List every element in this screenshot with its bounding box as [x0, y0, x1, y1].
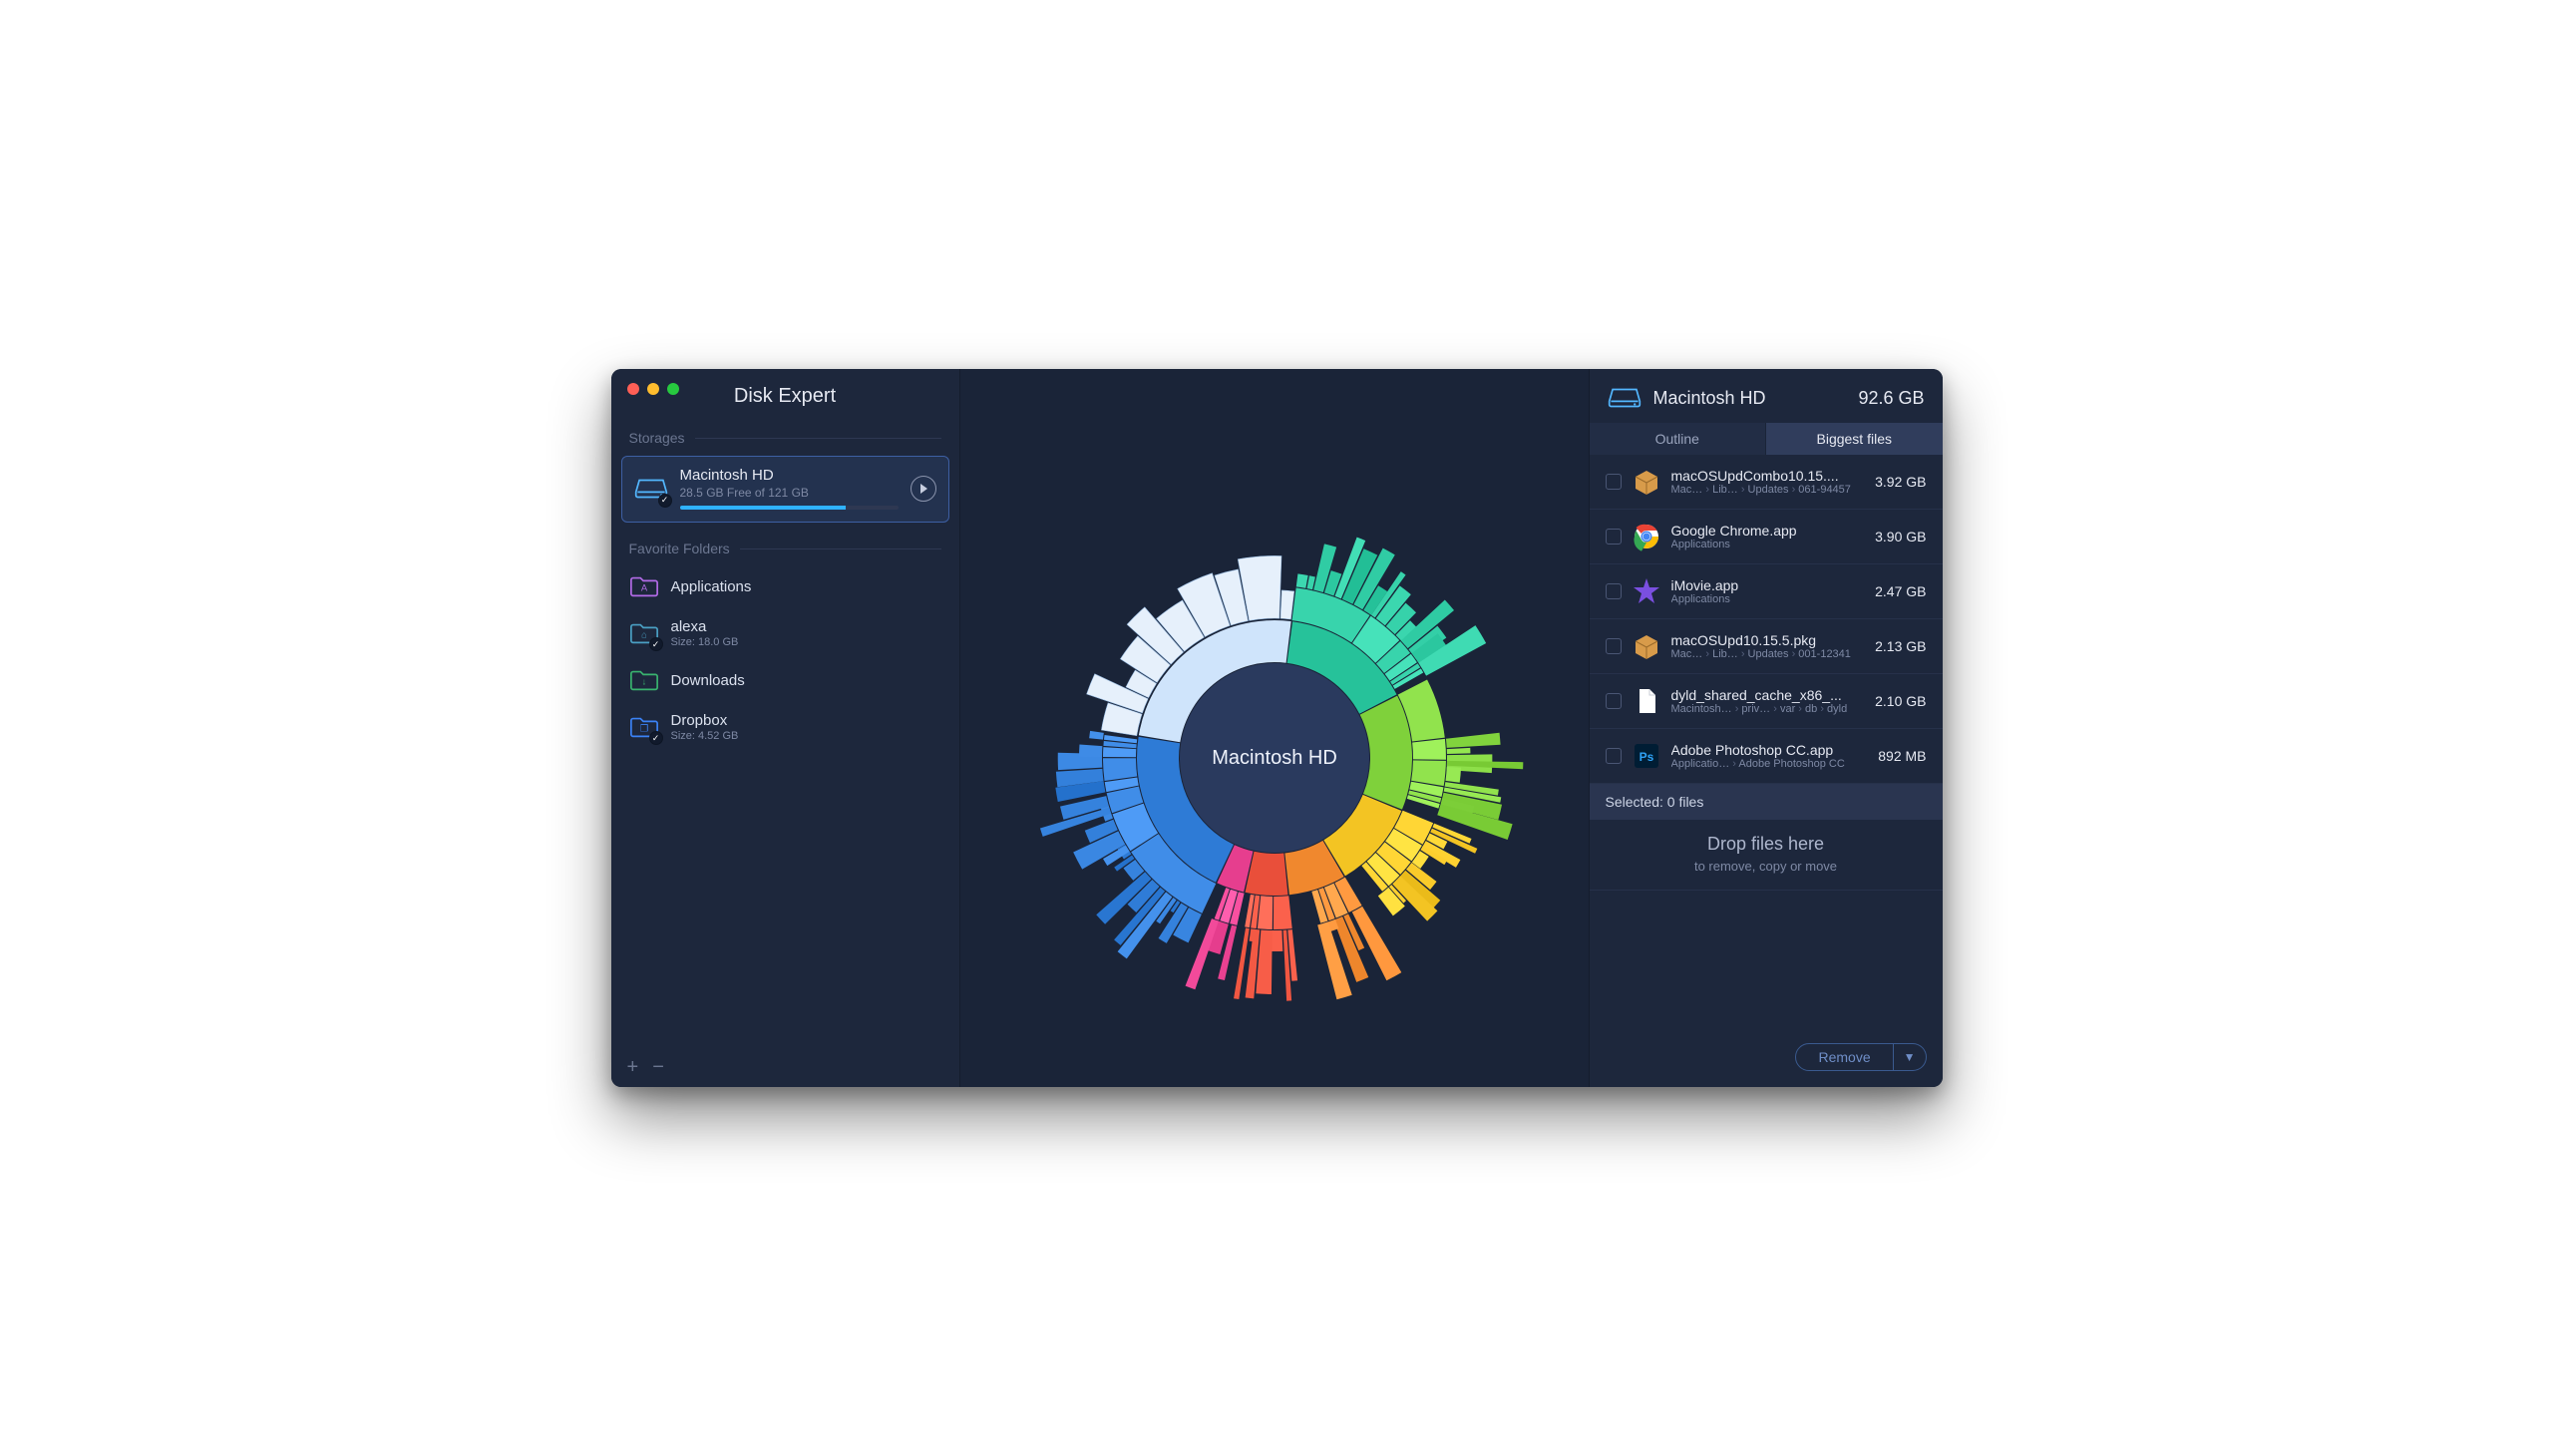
drop-area[interactable]: Drop files here to remove, copy or move — [1590, 820, 1943, 891]
file-size: 3.92 GB — [1863, 474, 1927, 490]
folder-icon: A — [629, 574, 659, 598]
section-storages: Storages — [611, 426, 959, 452]
tab-outline[interactable]: Outline — [1590, 423, 1766, 455]
file-icon — [1632, 467, 1661, 497]
file-size: 2.10 GB — [1863, 693, 1927, 709]
check-badge-icon — [649, 731, 663, 745]
favorite-name: Downloads — [671, 672, 745, 689]
file-checkbox[interactable] — [1606, 529, 1622, 545]
file-size: 3.90 GB — [1863, 529, 1927, 545]
file-path: Applicatio… › Adobe Photoshop CC — [1671, 758, 1853, 770]
file-path: Applications — [1671, 593, 1853, 605]
favorites-list: A Applications ⌂ alexa Size: 18.0 GB ↓ D… — [611, 562, 959, 754]
favorite-size: Size: 4.52 GB — [671, 730, 739, 742]
file-name: Google Chrome.app — [1671, 523, 1853, 539]
chart-area: Macintosh HD — [960, 369, 1589, 1087]
remove-row: Remove ▼ — [1590, 1027, 1943, 1087]
file-list: macOSUpdCombo10.15.... Mac… › Lib… › Upd… — [1590, 455, 1943, 784]
file-row[interactable]: Ps Adobe Photoshop CC.app Applicatio… › … — [1590, 729, 1943, 784]
check-badge-icon — [649, 637, 663, 651]
right-total-size: 92.6 GB — [1858, 388, 1924, 409]
file-checkbox[interactable] — [1606, 693, 1622, 709]
favorite-name: alexa — [671, 618, 739, 635]
svg-text:Ps: Ps — [1639, 750, 1653, 764]
file-row[interactable]: macOSUpdCombo10.15.... Mac… › Lib… › Upd… — [1590, 455, 1943, 510]
file-row[interactable]: dyld_shared_cache_x86_... Macintosh… › p… — [1590, 674, 1943, 729]
file-name: macOSUpdCombo10.15.... — [1671, 468, 1853, 484]
file-checkbox[interactable] — [1606, 748, 1622, 764]
section-favorites: Favorite Folders — [611, 537, 959, 562]
disk-icon — [1608, 385, 1641, 411]
storage-subtitle: 28.5 GB Free of 121 GB — [680, 486, 899, 500]
file-size: 892 MB — [1863, 748, 1927, 764]
section-favorites-label: Favorite Folders — [629, 541, 730, 556]
svg-text:A: A — [640, 583, 647, 593]
favorite-size: Size: 18.0 GB — [671, 636, 739, 648]
file-icon — [1632, 686, 1661, 716]
remove-button[interactable]: Remove — [1795, 1043, 1893, 1071]
storage-usage-bar — [680, 506, 899, 510]
scan-button[interactable] — [911, 476, 936, 502]
sidebar: Disk Expert Storages Macintosh HD 28.5 G… — [611, 369, 960, 1087]
file-icon: Ps — [1632, 741, 1661, 771]
remove-favorite-button[interactable]: − — [652, 1057, 664, 1077]
check-badge-icon — [658, 494, 672, 508]
svg-text:❒: ❒ — [639, 724, 647, 734]
file-icon — [1632, 576, 1661, 606]
disk-icon — [634, 476, 668, 502]
tab-biggest-files[interactable]: Biggest files — [1765, 423, 1943, 455]
file-icon — [1632, 522, 1661, 551]
file-row[interactable]: Google Chrome.app Applications 3.90 GB — [1590, 510, 1943, 564]
app-window: Disk Expert Storages Macintosh HD 28.5 G… — [611, 369, 1943, 1087]
file-row[interactable]: iMovie.app Applications 2.47 GB — [1590, 564, 1943, 619]
add-favorite-button[interactable]: + — [627, 1057, 639, 1077]
svg-text:↓: ↓ — [641, 677, 646, 687]
right-panel: Macintosh HD 92.6 GB Outline Biggest fil… — [1589, 369, 1943, 1087]
sunburst-chart[interactable]: Macintosh HD — [1015, 429, 1534, 1027]
favorite-name: Dropbox — [671, 712, 739, 729]
storage-item-macintosh-hd[interactable]: Macintosh HD 28.5 GB Free of 121 GB — [621, 456, 949, 523]
favorite-name: Applications — [671, 578, 752, 595]
selected-count: Selected: 0 files — [1590, 784, 1943, 820]
file-size: 2.13 GB — [1863, 638, 1927, 654]
remove-menu-button[interactable]: ▼ — [1894, 1043, 1927, 1071]
favorite-item-dropbox[interactable]: ❒ Dropbox Size: 4.52 GB — [621, 702, 949, 752]
drop-subtitle: to remove, copy or move — [1590, 859, 1943, 874]
file-name: dyld_shared_cache_x86_... — [1671, 687, 1853, 703]
close-icon[interactable] — [627, 383, 639, 395]
file-name: iMovie.app — [1671, 577, 1853, 593]
folder-icon: ↓ — [629, 668, 659, 692]
right-header: Macintosh HD 92.6 GB — [1590, 369, 1943, 423]
file-checkbox[interactable] — [1606, 474, 1622, 490]
svg-text:⌂: ⌂ — [641, 630, 647, 640]
right-title: Macintosh HD — [1653, 388, 1847, 409]
section-storages-label: Storages — [629, 430, 685, 446]
sidebar-footer: + − — [611, 1047, 959, 1087]
file-icon — [1632, 631, 1661, 661]
file-row[interactable]: macOSUpd10.15.5.pkg Mac… › Lib… › Update… — [1590, 619, 1943, 674]
drop-title: Drop files here — [1590, 834, 1943, 855]
favorite-item-alexa[interactable]: ⌂ alexa Size: 18.0 GB — [621, 608, 949, 658]
file-path: Macintosh… › priv… › var › db › dyld — [1671, 703, 1853, 715]
file-checkbox[interactable] — [1606, 638, 1622, 654]
folder-icon: ⌂ — [629, 621, 659, 645]
file-path: Mac… › Lib… › Updates › 061-94457 — [1671, 484, 1853, 496]
file-name: macOSUpd10.15.5.pkg — [1671, 632, 1853, 648]
file-checkbox[interactable] — [1606, 583, 1622, 599]
window-controls — [627, 383, 679, 395]
favorite-item-downloads[interactable]: ↓ Downloads — [621, 658, 949, 702]
file-path: Applications — [1671, 539, 1853, 550]
storage-name: Macintosh HD — [680, 467, 899, 484]
fullscreen-icon[interactable] — [667, 383, 679, 395]
chart-center-label: Macintosh HD — [1212, 747, 1337, 769]
right-tabs: Outline Biggest files — [1590, 423, 1943, 455]
file-size: 2.47 GB — [1863, 583, 1927, 599]
favorite-item-applications[interactable]: A Applications — [621, 564, 949, 608]
file-name: Adobe Photoshop CC.app — [1671, 742, 1853, 758]
minimize-icon[interactable] — [647, 383, 659, 395]
folder-icon: ❒ — [629, 715, 659, 739]
file-path: Mac… › Lib… › Updates › 001-12341 — [1671, 648, 1853, 660]
